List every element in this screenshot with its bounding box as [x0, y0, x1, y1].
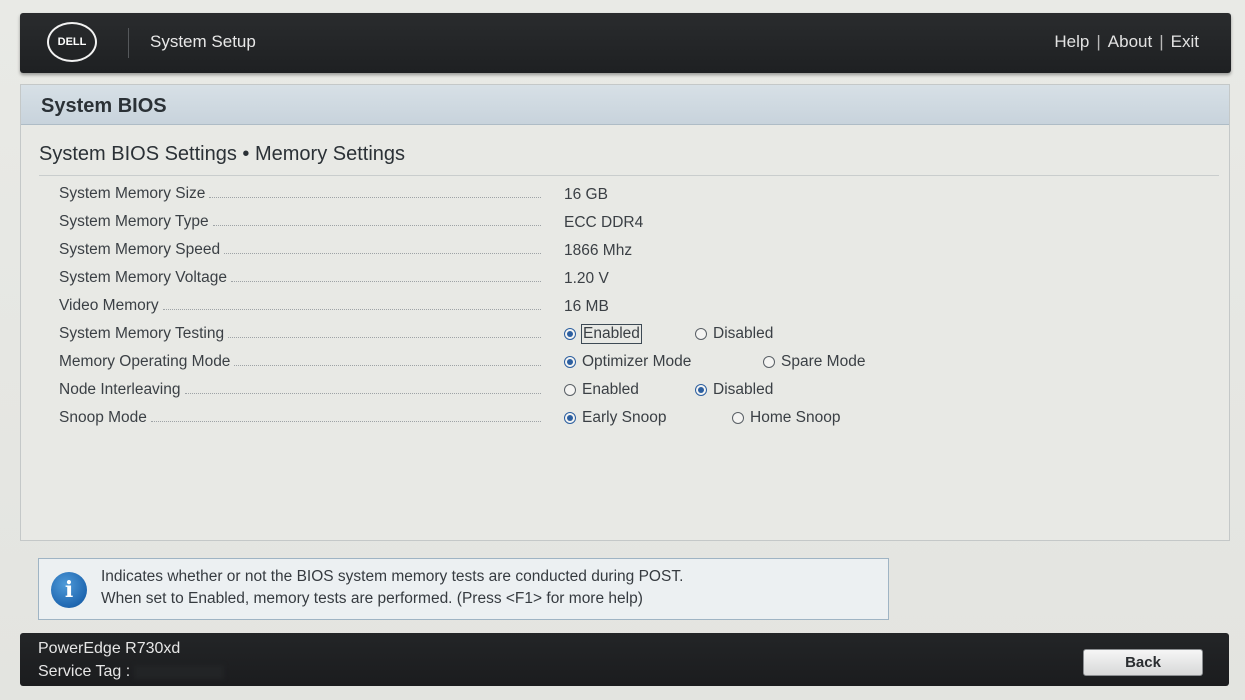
radio-selected-icon — [564, 328, 576, 340]
dell-logo: DELL — [47, 22, 97, 62]
page-heading: System BIOS Settings • Memory Settings — [39, 143, 406, 165]
system-model: PowerEdge R730xd — [38, 640, 181, 657]
radio-selected-icon — [564, 412, 576, 424]
service-tag-redacted — [134, 664, 225, 679]
setting-label: Snoop Mode — [59, 409, 151, 427]
setting-row-memory-type: System Memory Type ECC DDR4 — [59, 210, 959, 238]
panel-title: System BIOS — [41, 95, 167, 117]
setting-label: System Memory Type — [59, 213, 213, 231]
bottom-bar: PowerEdge R730xd Service Tag : Back — [20, 633, 1229, 686]
setting-label: Node Interleaving — [59, 381, 185, 399]
option-label: Disabled — [713, 325, 774, 342]
node-interleaving-enabled-radio[interactable]: Enabled — [564, 381, 639, 399]
setting-value: 16 MB — [564, 298, 609, 315]
setting-value: 1866 Mhz — [564, 242, 633, 259]
info-icon: i — [51, 572, 87, 608]
option-label: Spare Mode — [781, 353, 866, 370]
back-button[interactable]: Back — [1083, 649, 1203, 676]
link-separator: | — [1159, 32, 1164, 51]
exit-link[interactable]: Exit — [1171, 32, 1199, 52]
setting-label: System Memory Size — [59, 185, 210, 203]
option-label: Home Snoop — [750, 409, 841, 426]
help-line-2: When set to Enabled, memory tests are pe… — [101, 590, 643, 607]
setting-label: Video Memory — [59, 297, 163, 315]
setting-value: 16 GB — [564, 186, 608, 203]
setting-row-memory-testing: System Memory Testing Enabled Disabled — [59, 322, 959, 350]
setting-label: Memory Operating Mode — [59, 353, 235, 371]
bios-screen: DELL System Setup Help | About | Exit Sy… — [0, 0, 1245, 700]
optimizer-mode-radio[interactable]: Optimizer Mode — [564, 353, 691, 371]
setting-value: ECC DDR4 — [564, 214, 644, 231]
spare-mode-radio[interactable]: Spare Mode — [763, 353, 865, 371]
early-snoop-radio[interactable]: Early Snoop — [564, 409, 666, 427]
option-label: Disabled — [713, 381, 774, 398]
setting-value: 1.20 V — [564, 270, 609, 287]
radio-unselected-icon — [732, 412, 744, 424]
help-box: i Indicates whether or not the BIOS syst… — [38, 558, 889, 620]
node-interleaving-disabled-radio[interactable]: Disabled — [695, 381, 773, 399]
setting-row-operating-mode: Memory Operating Mode Optimizer Mode Spa… — [59, 350, 959, 378]
about-link[interactable]: About — [1108, 32, 1152, 52]
radio-unselected-icon — [695, 328, 707, 340]
setting-row-memory-speed: System Memory Speed 1866 Mhz — [59, 238, 959, 266]
setting-row-memory-voltage: System Memory Voltage 1.20 V — [59, 266, 959, 294]
option-label: Enabled — [582, 381, 639, 398]
top-links: Help | About | Exit — [1054, 32, 1199, 52]
option-label: Early Snoop — [582, 409, 667, 426]
home-snoop-radio[interactable]: Home Snoop — [732, 409, 840, 427]
setting-row-memory-size: System Memory Size 16 GB — [59, 182, 959, 210]
radio-selected-icon — [695, 384, 707, 396]
help-link[interactable]: Help — [1054, 32, 1089, 52]
panel-header: System BIOS — [21, 85, 1229, 125]
setting-row-video-memory: Video Memory 16 MB — [59, 294, 959, 322]
setting-label: System Memory Testing — [59, 325, 229, 343]
setting-label: System Memory Speed — [59, 241, 225, 259]
app-title: System Setup — [150, 32, 256, 51]
radio-selected-icon — [564, 356, 576, 368]
radio-unselected-icon — [763, 356, 775, 368]
settings-list: System Memory Size 16 GB System Memory T… — [59, 182, 959, 434]
option-label: Enabled — [581, 324, 642, 344]
service-tag: Service Tag : — [38, 663, 225, 681]
setting-row-snoop-mode: Snoop Mode Early Snoop Home Snoop — [59, 406, 959, 434]
logo-divider — [128, 28, 129, 58]
link-separator: | — [1096, 32, 1101, 51]
setting-row-node-interleaving: Node Interleaving Enabled Disabled — [59, 378, 959, 406]
memory-testing-disabled-radio[interactable]: Disabled — [695, 325, 773, 343]
top-bar: DELL System Setup Help | About | Exit — [20, 13, 1231, 73]
content-panel: System BIOS System BIOS Settings • Memor… — [20, 84, 1230, 541]
help-text: Indicates whether or not the BIOS system… — [101, 566, 683, 610]
service-tag-label: Service Tag : — [38, 663, 131, 680]
memory-testing-enabled-radio[interactable]: Enabled — [564, 324, 642, 344]
option-label: Optimizer Mode — [582, 353, 692, 370]
help-line-1: Indicates whether or not the BIOS system… — [101, 568, 684, 585]
radio-unselected-icon — [564, 384, 576, 396]
heading-divider — [39, 175, 1219, 176]
setting-label: System Memory Voltage — [59, 269, 231, 287]
